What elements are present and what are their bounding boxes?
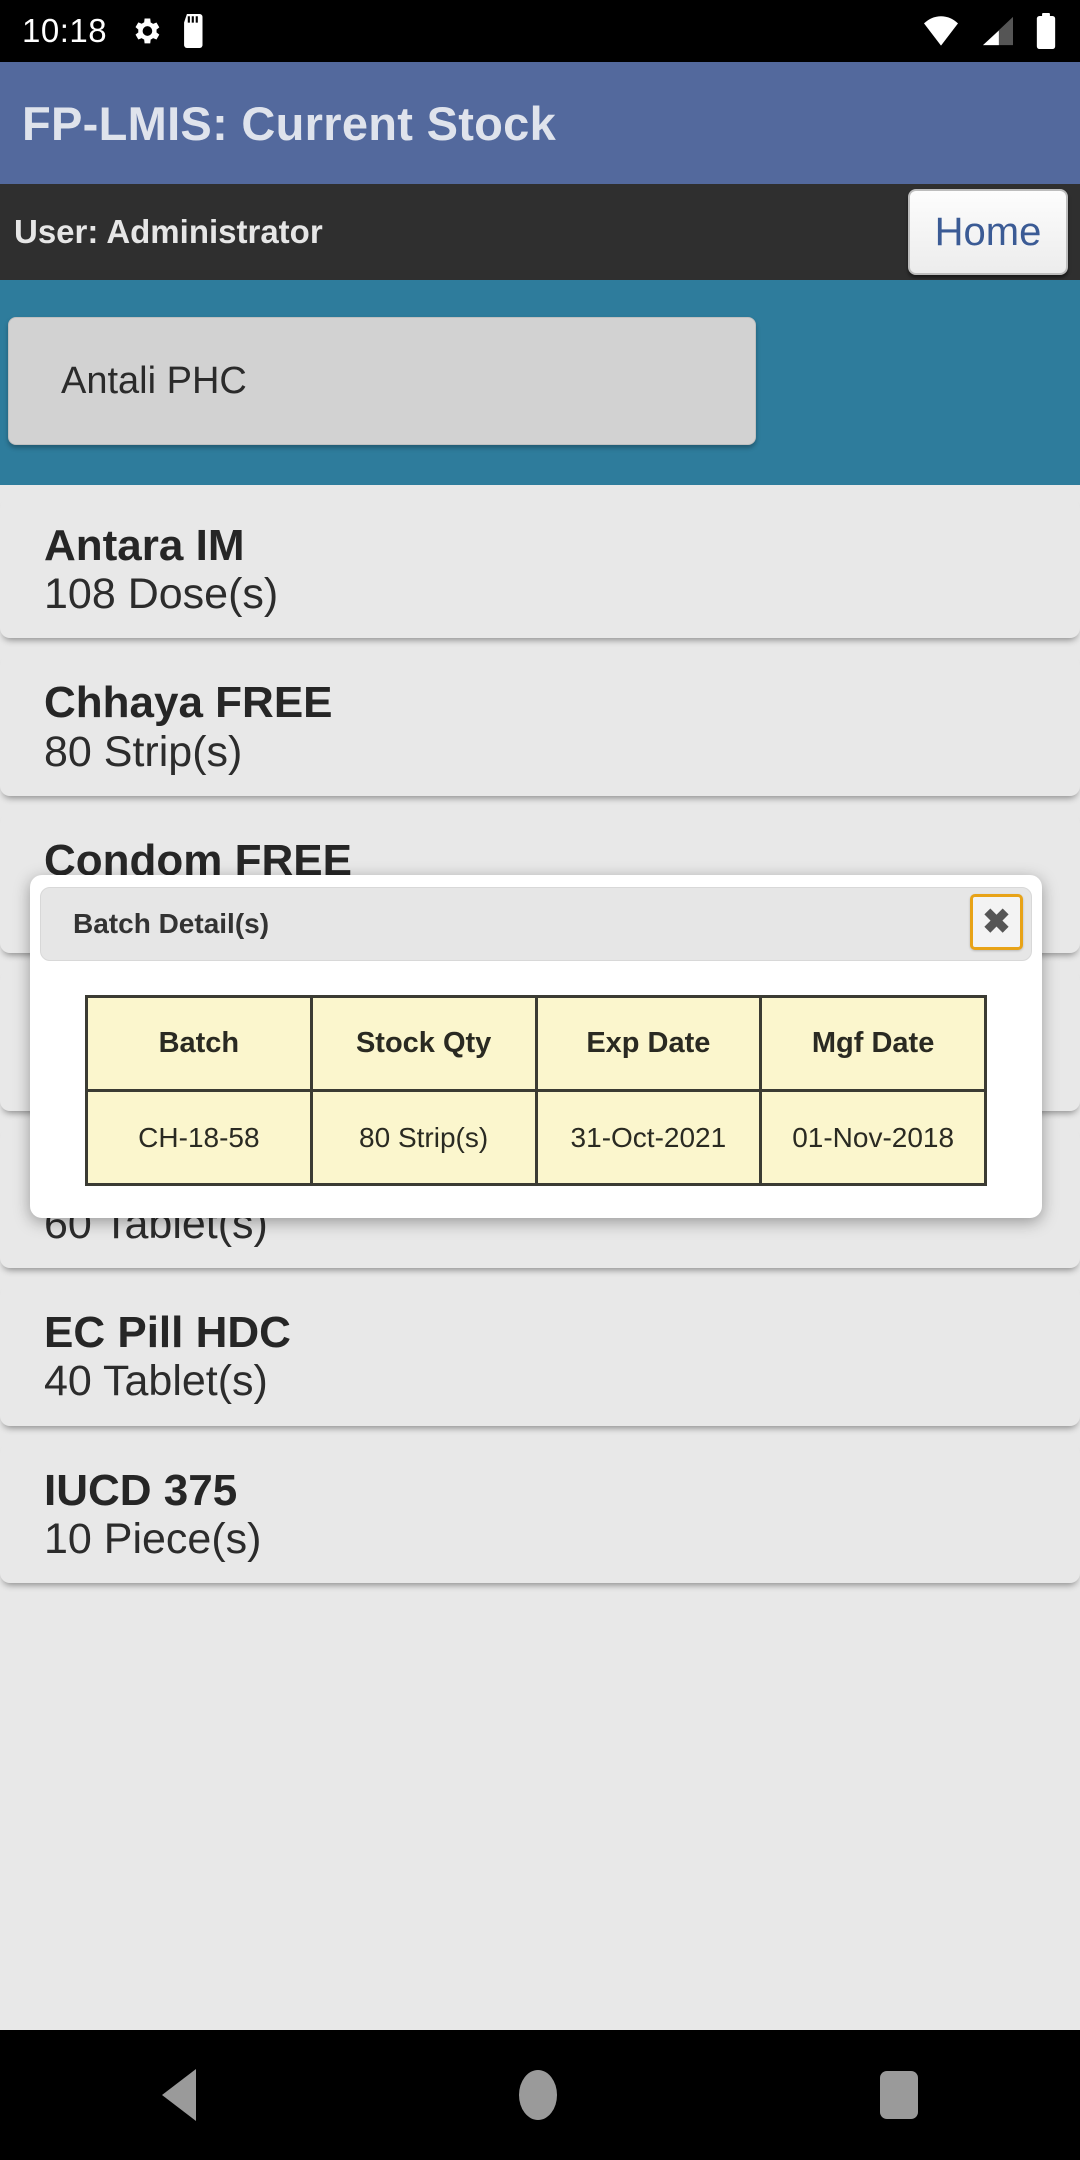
stock-item-name: Chhaya FREE: [44, 678, 333, 728]
close-icon-glyph: ✖: [982, 903, 1011, 941]
android-navigation-bar: [0, 2030, 1080, 2160]
gear-icon: [129, 14, 163, 48]
home-button[interactable]: Home: [908, 189, 1068, 275]
user-label: User: Administrator: [14, 213, 323, 250]
table-header-row: Batch Stock Qty Exp Date Mgf Date: [85, 995, 987, 1092]
table-row: CH-18-58 80 Strip(s) 31-Oct-2021 01-Nov-…: [85, 1089, 987, 1186]
app-bar: FP-LMIS: Current Stock: [0, 62, 1080, 184]
cell-stock-qty: 80 Strip(s): [309, 1089, 538, 1186]
batch-table: Batch Stock Qty Exp Date Mgf Date CH-18-…: [85, 995, 987, 1186]
cell-mgf-date: 01-Nov-2018: [759, 1089, 987, 1186]
status-bar-left-icons: [129, 14, 207, 48]
stock-item-quantity: 10 Piece(s): [44, 1514, 262, 1563]
stock-item-quantity: 80 Strip(s): [44, 727, 243, 776]
batch-details-dialog: Batch Detail(s) ✖ Batch Stock Qty Exp Da…: [30, 875, 1042, 1218]
stock-item-name: Antara IM: [44, 521, 245, 570]
page-title: FP-LMIS: Current Stock: [22, 96, 557, 150]
cellular-signal-icon: [978, 14, 1018, 48]
back-nav-icon[interactable]: [161, 2069, 196, 2121]
status-bar-right-icons: [920, 13, 1058, 50]
close-icon[interactable]: ✖: [970, 894, 1023, 950]
stock-item-quantity: 108 Dose(s): [44, 570, 279, 619]
home-nav-icon[interactable]: [518, 2070, 557, 2120]
facility-selector[interactable]: Antali PHC: [8, 317, 756, 445]
recent-apps-nav-icon[interactable]: [880, 2071, 919, 2119]
dialog-header: Batch Detail(s) ✖: [40, 887, 1032, 961]
stock-item-name: EC Pill HDC: [44, 1308, 291, 1358]
list-item[interactable]: EC Pill HDC 40 Tablet(s): [0, 1286, 1080, 1426]
facility-selected-value: Antali PHC: [61, 359, 247, 402]
list-item[interactable]: Antara IM 108 Dose(s): [0, 499, 1080, 639]
stock-item-name: IUCD 375: [44, 1465, 238, 1515]
list-item[interactable]: Chhaya FREE 80 Strip(s): [0, 656, 1080, 796]
column-header-batch: Batch: [85, 995, 313, 1092]
user-bar: User: Administrator Home: [0, 184, 1080, 280]
facility-band: Antali PHC: [0, 280, 1080, 485]
column-header-mgf-date: Mgf Date: [759, 995, 987, 1092]
dialog-title: Batch Detail(s): [73, 908, 270, 939]
wifi-icon: [920, 14, 962, 48]
stock-item-quantity: 40 Tablet(s): [44, 1357, 268, 1406]
battery-icon: [1034, 13, 1058, 50]
status-bar-clock: 10:18: [22, 12, 108, 49]
column-header-stock-qty: Stock Qty: [309, 995, 538, 1092]
list-item[interactable]: IUCD 375 10 Piece(s): [0, 1443, 1080, 1583]
cell-batch: CH-18-58: [85, 1089, 313, 1186]
cell-exp-date: 31-Oct-2021: [534, 1089, 763, 1186]
stock-list[interactable]: Antara IM 108 Dose(s) Chhaya FREE 80 Str…: [0, 485, 1080, 2030]
phone-screen: 10:18 FP-LMIS: Current Stock User: Admin…: [0, 0, 1080, 2160]
sd-card-icon: [181, 14, 207, 48]
column-header-exp-date: Exp Date: [534, 995, 763, 1092]
status-bar: 10:18: [0, 0, 1080, 62]
